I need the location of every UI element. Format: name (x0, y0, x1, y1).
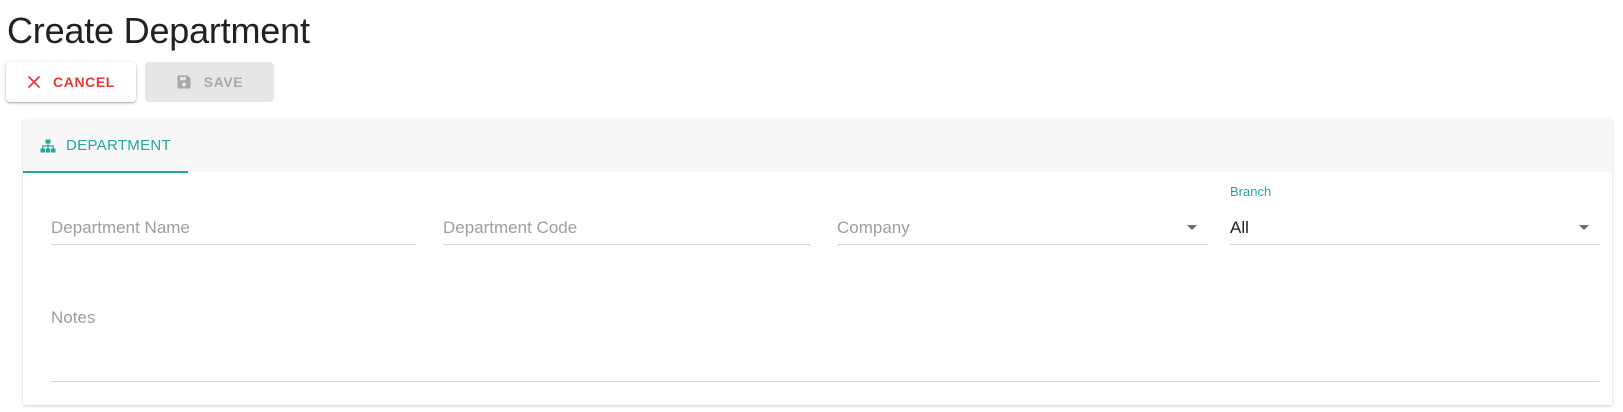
close-icon (27, 75, 41, 89)
save-button[interactable]: SAVE (145, 62, 274, 102)
department-form-card: DEPARTMENT Branch All (23, 119, 1612, 405)
department-name-field (51, 213, 416, 245)
branch-field[interactable]: Branch All (1230, 184, 1599, 245)
department-name-underline (51, 244, 416, 245)
company-select[interactable] (837, 213, 1207, 243)
notes-field (51, 303, 1599, 383)
branch-select-value[interactable]: All (1230, 218, 1249, 238)
save-icon (176, 74, 192, 90)
department-code-input[interactable] (443, 213, 811, 243)
tab-active-indicator (23, 171, 188, 173)
page-title: Create Department (7, 10, 310, 51)
tab-department[interactable]: DEPARTMENT (23, 119, 188, 172)
company-dropdown-arrow-icon[interactable] (1187, 225, 1197, 230)
branch-dropdown-arrow-icon[interactable] (1579, 225, 1589, 230)
save-button-label: SAVE (203, 74, 244, 90)
cancel-button[interactable]: CANCEL (6, 62, 136, 102)
company-field[interactable] (837, 213, 1207, 245)
notes-textarea[interactable] (51, 303, 1599, 333)
department-name-input[interactable] (51, 213, 416, 243)
tab-bar: DEPARTMENT (23, 119, 1612, 173)
cancel-button-label: CANCEL (53, 74, 115, 90)
tab-department-label: DEPARTMENT (66, 137, 171, 154)
create-department-page: Create Department CANCEL SAVE DEPARTMENT… (0, 0, 1623, 412)
branch-underline (1230, 244, 1599, 245)
branch-label: Branch (1230, 184, 1272, 199)
department-code-underline (443, 244, 811, 245)
company-underline (837, 244, 1207, 245)
notes-underline (51, 381, 1599, 382)
department-code-field (443, 213, 811, 245)
sitemap-icon (40, 139, 56, 153)
